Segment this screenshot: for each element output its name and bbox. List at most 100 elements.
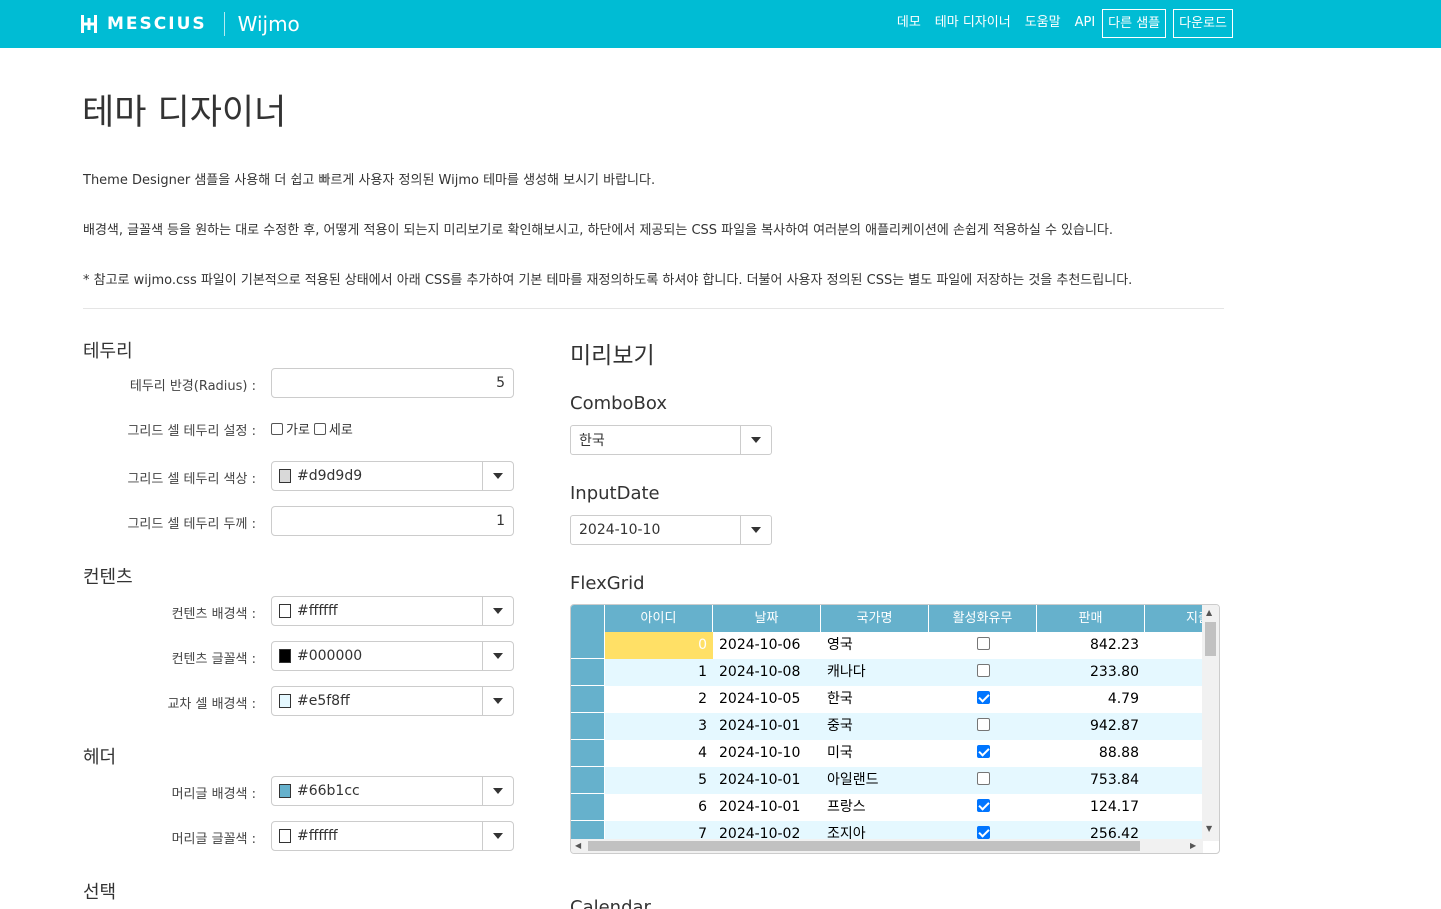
grid-cell-active[interactable] xyxy=(929,659,1037,686)
nav-help[interactable]: 도움말 xyxy=(1025,8,1061,38)
content-bg-label: 컨텐츠 배경색 : xyxy=(171,607,256,622)
grid-row-header[interactable] xyxy=(571,686,605,713)
grid-cell-active[interactable] xyxy=(929,686,1037,713)
grid-cell-country[interactable]: 미국 xyxy=(821,740,929,767)
grid-cell-id[interactable]: 5 xyxy=(605,767,713,794)
grid-cell-date[interactable]: 2024-10-01 xyxy=(713,713,821,740)
grid-row-header[interactable] xyxy=(571,659,605,686)
dropdown-button[interactable] xyxy=(482,822,513,850)
horizontal-checkbox[interactable] xyxy=(271,422,283,435)
scroll-thumb[interactable] xyxy=(588,841,1140,851)
inputdate[interactable]: 2024-10-10 xyxy=(570,515,772,545)
scroll-right-icon[interactable]: ▶ xyxy=(1190,841,1196,851)
scroll-thumb[interactable] xyxy=(1205,622,1216,656)
dropdown-button[interactable] xyxy=(482,687,513,715)
nav-api[interactable]: API xyxy=(1075,8,1096,38)
grid-cell-id[interactable]: 1 xyxy=(605,659,713,686)
grid-row-header[interactable] xyxy=(571,632,605,659)
header-fg-color-picker[interactable]: #ffffff xyxy=(271,821,514,851)
grid-row-header[interactable] xyxy=(571,740,605,767)
table-row[interactable]: 2 2024-10-05 한국 4.79 xyxy=(605,686,1203,713)
nav-theme-designer[interactable]: 테마 디자이너 xyxy=(935,8,1011,38)
grid-cell-sales[interactable]: 842.23 xyxy=(1037,632,1145,659)
grid-cell-active[interactable] xyxy=(929,632,1037,659)
grid-col-header[interactable]: 날짜 xyxy=(713,605,821,632)
active-checkbox[interactable] xyxy=(976,745,990,758)
dropdown-button[interactable] xyxy=(482,597,513,625)
grid-col-header[interactable]: 국가명 xyxy=(821,605,929,632)
grid-cell-active[interactable] xyxy=(929,767,1037,794)
grid-cell-id[interactable]: 0 xyxy=(605,632,713,659)
grid-cell-country[interactable]: 영국 xyxy=(821,632,929,659)
scroll-down-icon[interactable]: ▼ xyxy=(1206,824,1212,834)
active-checkbox[interactable] xyxy=(976,691,990,704)
grid-col-header[interactable]: 아이디 xyxy=(605,605,713,632)
brand-logo[interactable]: MESCIUS Wijmo xyxy=(79,11,300,37)
scroll-left-icon[interactable]: ◀ xyxy=(575,841,581,851)
combobox-dropdown-button[interactable] xyxy=(740,426,771,454)
grid-cell-id[interactable]: 4 xyxy=(605,740,713,767)
grid-cell-date[interactable]: 2024-10-01 xyxy=(713,767,821,794)
grid-cell-sales[interactable]: 753.84 xyxy=(1037,767,1145,794)
nav-demo[interactable]: 데모 xyxy=(897,8,921,38)
grid-cell-country[interactable]: 중국 xyxy=(821,713,929,740)
grid-col-header[interactable]: 활성화유무 xyxy=(929,605,1037,632)
grid-cell-country[interactable]: 아일랜드 xyxy=(821,767,929,794)
dropdown-button[interactable] xyxy=(482,777,513,805)
active-checkbox[interactable] xyxy=(976,799,990,812)
inputdate-dropdown-button[interactable] xyxy=(740,516,771,544)
grid-col-header[interactable]: 판매 xyxy=(1037,605,1145,632)
grid-cell-date[interactable]: 2024-10-10 xyxy=(713,740,821,767)
grid-cell-sales[interactable]: 942.87 xyxy=(1037,713,1145,740)
combobox[interactable]: 한국 xyxy=(570,425,772,455)
header-bg-color-picker[interactable]: #66b1cc xyxy=(271,776,514,806)
content-bg-color-picker[interactable]: #ffffff xyxy=(271,596,514,626)
table-row[interactable]: 1 2024-10-08 캐나다 233.80 xyxy=(605,659,1203,686)
grid-cell-id[interactable]: 2 xyxy=(605,686,713,713)
grid-cell-active[interactable] xyxy=(929,713,1037,740)
cell-border-color-picker[interactable]: #d9d9d9 xyxy=(271,461,514,491)
scroll-up-icon[interactable]: ▲ xyxy=(1206,608,1212,618)
alt-cell-bg-color-picker[interactable]: #e5f8ff xyxy=(271,686,514,716)
radius-input[interactable]: 5 xyxy=(271,368,514,398)
table-row[interactable]: 0 2024-10-06 영국 842.23 xyxy=(605,632,1203,659)
table-row[interactable]: 5 2024-10-01 아일랜드 753.84 xyxy=(605,767,1203,794)
active-checkbox[interactable] xyxy=(976,772,990,785)
table-row[interactable]: 3 2024-10-01 중국 942.87 xyxy=(605,713,1203,740)
grid-cell-sales[interactable]: 124.17 xyxy=(1037,794,1145,821)
grid-cell-country[interactable]: 프랑스 xyxy=(821,794,929,821)
grid-cell-date[interactable]: 2024-10-01 xyxy=(713,794,821,821)
grid-cell-date[interactable]: 2024-10-08 xyxy=(713,659,821,686)
dropdown-button[interactable] xyxy=(482,642,513,670)
cell-border-width-input[interactable]: 1 xyxy=(271,506,514,536)
table-row[interactable]: 6 2024-10-01 프랑스 124.17 xyxy=(605,794,1203,821)
grid-row-header[interactable] xyxy=(571,794,605,821)
grid-cell-active[interactable] xyxy=(929,794,1037,821)
grid-cell-date[interactable]: 2024-10-05 xyxy=(713,686,821,713)
grid-cell-sales[interactable]: 88.88 xyxy=(1037,740,1145,767)
grid-cell-country[interactable]: 한국 xyxy=(821,686,929,713)
grid-row-header[interactable] xyxy=(571,713,605,740)
grid-horizontal-scrollbar[interactable]: ◀ ▶ xyxy=(571,839,1203,853)
table-row[interactable]: 4 2024-10-10 미국 88.88 xyxy=(605,740,1203,767)
grid-cell-active[interactable] xyxy=(929,740,1037,767)
grid-cell-sales[interactable]: 233.80 xyxy=(1037,659,1145,686)
grid-cell-id[interactable]: 3 xyxy=(605,713,713,740)
active-checkbox[interactable] xyxy=(976,826,990,839)
grid-cell-country[interactable]: 캐나다 xyxy=(821,659,929,686)
active-checkbox[interactable] xyxy=(976,718,990,731)
dropdown-button[interactable] xyxy=(482,462,513,490)
content-fg-color-picker[interactable]: #000000 xyxy=(271,641,514,671)
vertical-checkbox[interactable] xyxy=(313,422,326,435)
grid-row-header[interactable] xyxy=(571,767,605,794)
nav-download-button[interactable]: 다운로드 xyxy=(1173,8,1233,38)
nav-other-samples-button[interactable]: 다른 샘플 xyxy=(1102,8,1167,38)
active-checkbox[interactable] xyxy=(976,664,990,677)
active-checkbox[interactable] xyxy=(976,637,990,650)
grid-cell-date[interactable]: 2024-10-06 xyxy=(713,632,821,659)
grid-cell-id[interactable]: 6 xyxy=(605,794,713,821)
grid-vertical-scrollbar[interactable]: ▲ ▼ xyxy=(1202,605,1219,841)
grid-cell-sales[interactable]: 4.79 xyxy=(1037,686,1145,713)
main-nav: 데모 테마 디자이너 도움말 API 다른 샘플 다운로드 xyxy=(897,8,1233,38)
flexgrid[interactable]: 아이디 날짜 국가명 활성화유무 판매 지출 0 2024-10-06 영국 842.… xyxy=(570,604,1220,854)
